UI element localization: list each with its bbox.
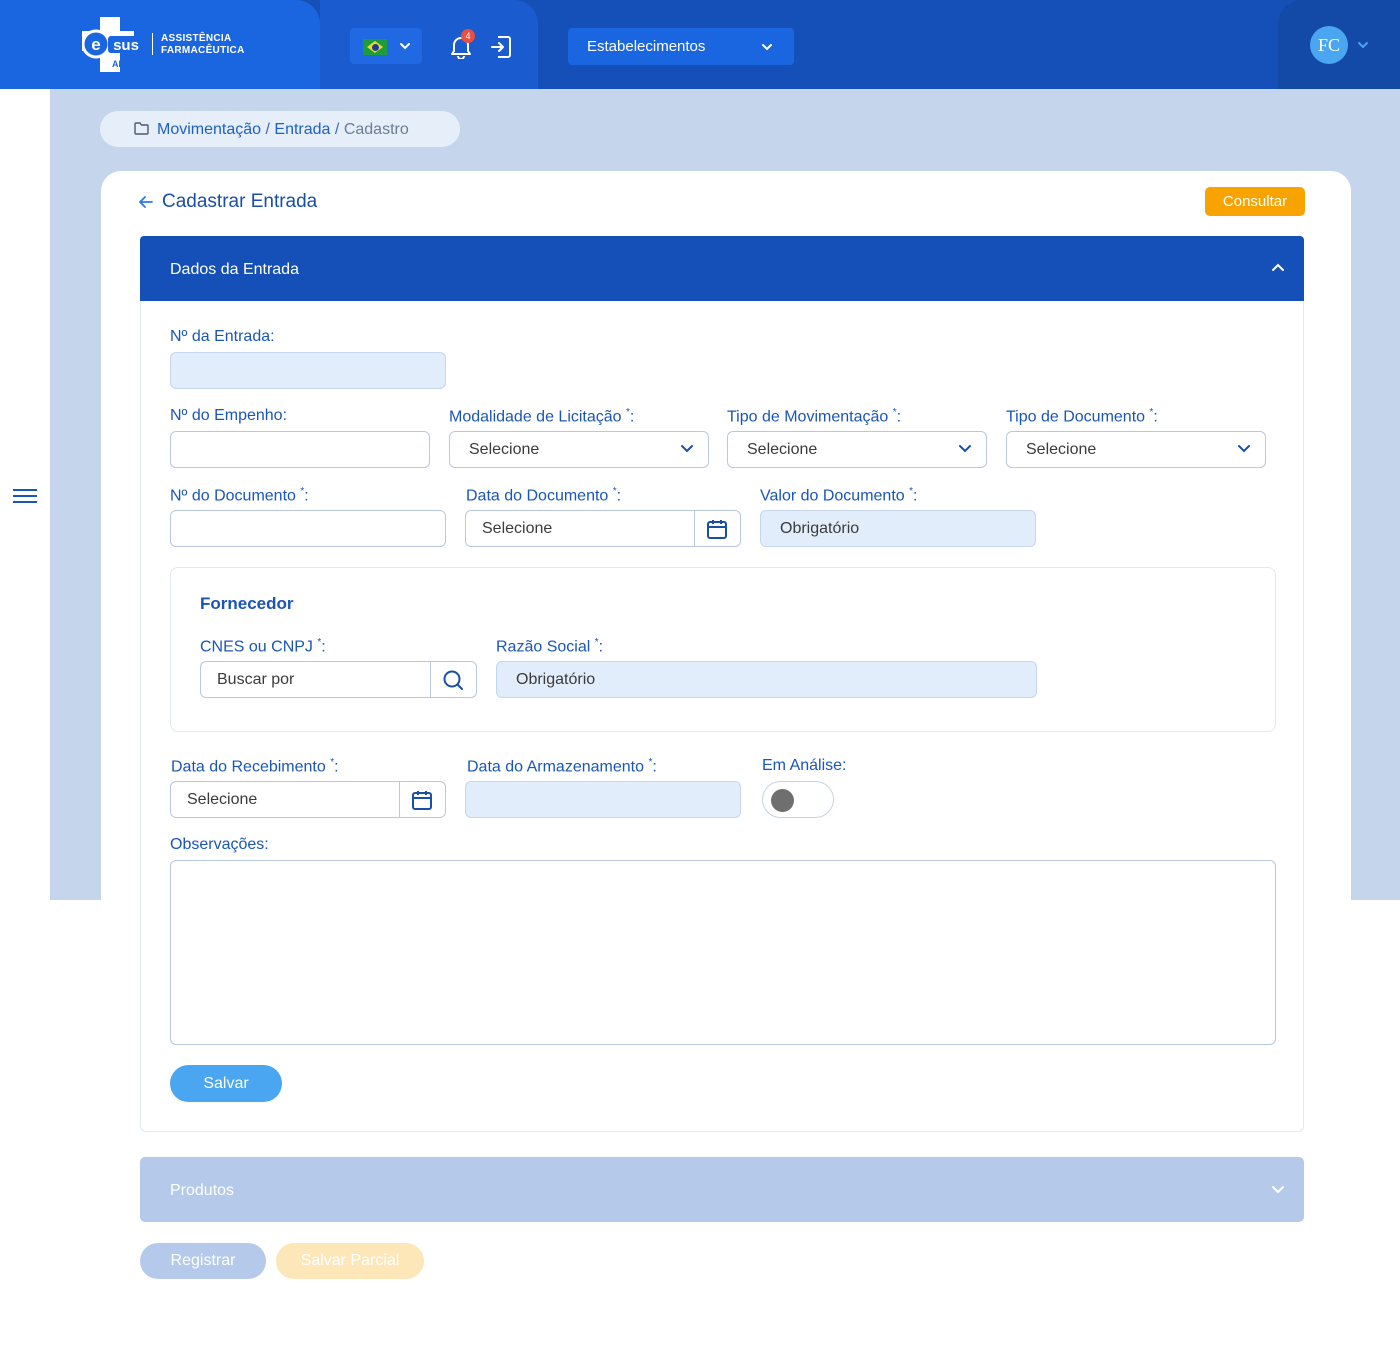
numero-entrada-input [170,352,446,389]
valor-documento-label: Valor do Documento *: [760,486,918,505]
numero-documento-input[interactable] [170,510,446,547]
search-icon [443,670,463,690]
logo-area: e sus AF [0,0,320,89]
numero-empenho-input[interactable] [170,431,430,468]
register-button[interactable]: Registrar [140,1243,266,1279]
data-recebimento-input[interactable]: Selecione [170,781,446,818]
observacoes-label: Observações: [170,836,269,853]
logo-line-1: ASSISTÊNCIA [161,33,232,44]
chevron-down-icon [400,43,410,50]
save-partial-button[interactable]: Salvar Parcial [276,1243,424,1279]
em-analise-label: Em Análise: [762,757,847,774]
breadcrumb-separator: / [334,121,340,138]
toggle-knob [771,789,794,812]
razao-social-label: Razão Social *: [496,637,604,656]
svg-text:AF: AF [112,59,124,69]
chevron-up-icon [1272,263,1284,271]
chevron-down-icon [959,445,971,453]
consult-button[interactable]: Consultar [1205,187,1305,216]
establishment-select[interactable]: Estabelecimentos [568,28,794,65]
chevron-down-icon [1272,1186,1284,1194]
calendar-button[interactable] [694,511,740,546]
data-recebimento-label: Data do Recebimento *: [171,757,339,776]
data-documento-input[interactable]: Selecione [465,510,741,547]
produtos-title: Produtos [170,1182,235,1199]
esus-logo[interactable]: e sus AF [82,17,148,72]
numero-documento-label: Nº do Documento *: [170,486,309,505]
logout-icon[interactable] [490,35,512,59]
logo-divider [152,33,153,55]
chevron-down-icon[interactable] [1357,39,1369,51]
logo-text: ASSISTÊNCIA FARMACÊUTICA [161,33,245,57]
user-avatar[interactable]: FC [1310,26,1348,64]
svg-text:sus: sus [113,37,139,54]
cnes-cnpj-search-input[interactable]: Buscar por [200,661,477,698]
fornecedor-title: Fornecedor [200,594,294,613]
section-title: Dados da Entrada [170,261,299,278]
calendar-icon [707,520,727,539]
calendar-button[interactable] [399,782,445,817]
breadcrumb-item-entrada[interactable]: Entrada [274,121,330,138]
breadcrumb-item-movimentacao[interactable]: Movimentação [157,121,261,138]
modalidade-select[interactable]: Selecione [449,431,709,468]
brazil-flag-icon [363,39,387,55]
search-button[interactable] [430,662,476,697]
numero-entrada-label: Nº da Entrada: [170,328,275,345]
valor-documento-input[interactable]: Obrigatório [760,510,1036,547]
cnes-cnpj-label: CNES ou CNPJ *: [200,637,326,656]
data-armazenamento-label: Data do Armazenamento *: [467,757,657,776]
fornecedor-panel: Fornecedor [170,567,1276,732]
section-header-dados-entrada[interactable]: Dados da Entrada [140,236,1304,301]
modalidade-label: Modalidade de Licitação *: [449,407,635,426]
save-button[interactable]: Salvar [170,1065,282,1102]
em-analise-toggle[interactable] [762,781,834,818]
razao-social-input[interactable]: Obrigatório [496,661,1037,698]
calendar-icon [412,791,432,810]
svg-text:e: e [91,35,100,54]
hamburger-menu-icon[interactable] [13,488,37,504]
establishment-label: Estabelecimentos [587,38,706,55]
breadcrumb-separator: / [265,121,270,138]
chevron-down-icon [762,44,772,51]
section-header-produtos[interactable]: Produtos [140,1157,1304,1222]
tipo-movimentacao-select[interactable]: Selecione [727,431,987,468]
chevron-down-icon [681,445,693,453]
page-title: Cadastrar Entrada [162,191,318,212]
chevron-down-icon [1238,445,1250,453]
folder-icon [134,122,149,135]
tipo-documento-select[interactable]: Selecione [1006,431,1266,468]
observacoes-textarea[interactable] [170,860,1276,1045]
breadcrumb: Movimentação / Entrada / Cadastro [100,111,460,147]
tipo-documento-label: Tipo de Documento *: [1006,407,1158,426]
notification-badge: 4 [461,29,475,43]
logo-line-2: FARMACÊUTICA [161,45,245,56]
data-documento-label: Data do Documento *: [466,486,622,505]
tipo-movimentacao-label: Tipo de Movimentação *: [727,407,902,426]
data-armazenamento-input[interactable] [465,781,741,818]
breadcrumb-item-cadastro: Cadastro [343,121,409,138]
numero-empenho-label: Nº do Empenho: [170,407,288,424]
language-select[interactable] [350,28,422,64]
back-arrow-icon[interactable] [138,194,154,210]
